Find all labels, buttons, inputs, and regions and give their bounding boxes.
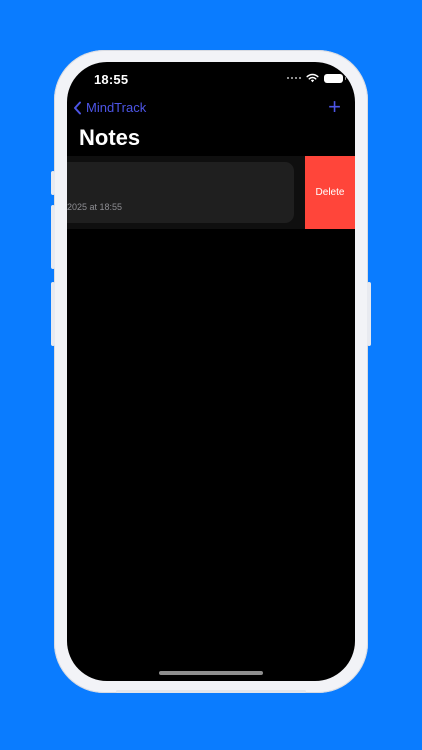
plus-icon: + bbox=[328, 94, 341, 119]
volume-down-button bbox=[51, 282, 55, 346]
add-note-button[interactable]: + bbox=[328, 96, 341, 118]
delete-button[interactable]: Delete bbox=[305, 156, 355, 229]
power-button bbox=[367, 282, 371, 346]
home-indicator[interactable] bbox=[159, 671, 263, 675]
battery-icon bbox=[324, 73, 346, 83]
phone-bottom-edge bbox=[116, 690, 306, 693]
back-button[interactable]: MindTrack bbox=[73, 100, 146, 115]
back-button-label: MindTrack bbox=[86, 100, 147, 115]
silent-switch bbox=[51, 171, 55, 195]
page-title: Notes bbox=[79, 125, 141, 150]
phone-screen: 18:55 MindTrack + Notes 2025 at 18:55 De… bbox=[67, 62, 355, 681]
cellular-signal-icon bbox=[287, 77, 301, 79]
app-preview-canvas: 18:55 MindTrack + Notes 2025 at 18:55 De… bbox=[0, 0, 422, 750]
status-time: 18:55 bbox=[94, 72, 129, 87]
note-cell[interactable]: 2025 at 18:55 bbox=[67, 162, 294, 223]
wifi-icon bbox=[306, 73, 319, 83]
status-icons bbox=[287, 73, 346, 83]
volume-up-button bbox=[51, 205, 55, 269]
chevron-left-icon bbox=[74, 101, 81, 114]
note-date: 2025 at 18:55 bbox=[67, 202, 123, 212]
